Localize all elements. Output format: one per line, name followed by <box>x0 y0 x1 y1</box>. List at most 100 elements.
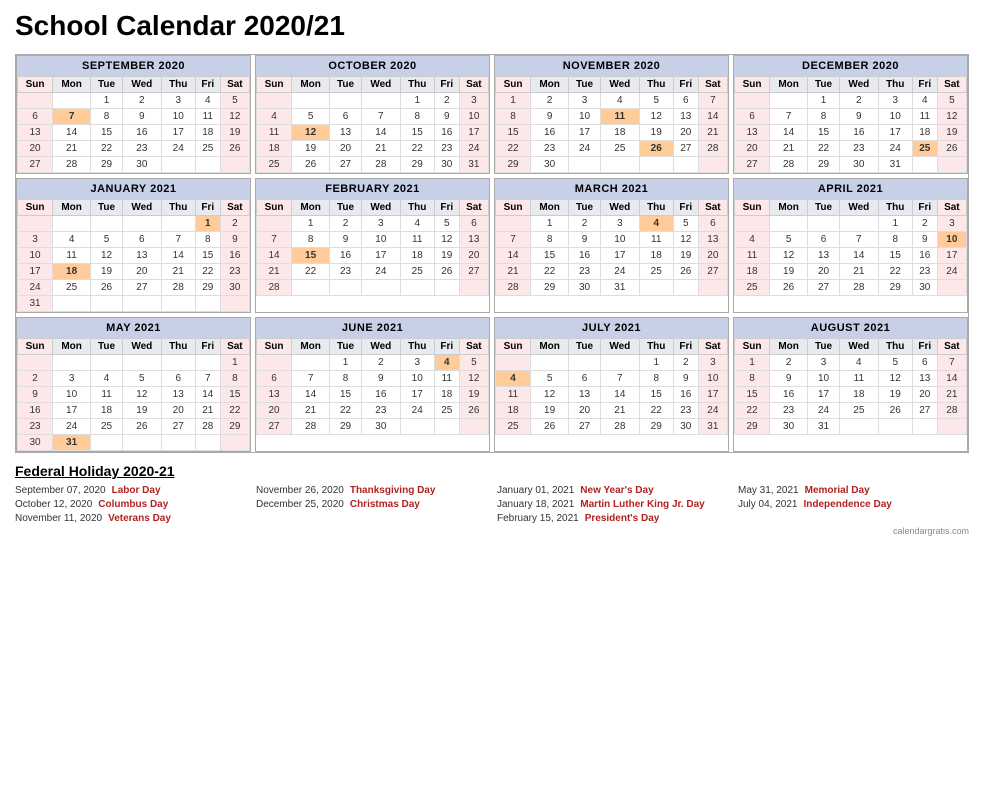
holiday-entry: October 12, 2020Columbus Day <box>15 499 246 510</box>
day-header-Wed: Wed <box>839 77 878 93</box>
day-cell: 2 <box>531 93 569 109</box>
day-cell: 14 <box>292 387 330 403</box>
day-cell: 14 <box>496 248 531 264</box>
month-block-0: SEPTEMBER 2020SunMonTueWedThuFriSat12345… <box>16 55 251 174</box>
day-cell <box>839 216 878 232</box>
day-cell: 6 <box>569 371 601 387</box>
day-cell: 17 <box>361 248 400 264</box>
day-cell: 22 <box>531 264 569 280</box>
day-cell: 6 <box>161 371 195 387</box>
day-header-Wed: Wed <box>122 77 161 93</box>
day-cell: 1 <box>496 93 531 109</box>
day-cell: 8 <box>531 232 569 248</box>
day-cell: 28 <box>53 157 91 173</box>
day-cell: 1 <box>531 216 569 232</box>
day-cell <box>496 216 531 232</box>
day-cell: 15 <box>496 125 531 141</box>
day-cell: 10 <box>459 109 488 125</box>
day-cell: 6 <box>912 355 937 371</box>
day-cell: 2 <box>18 371 53 387</box>
day-header-Mon: Mon <box>770 339 808 355</box>
day-cell: 5 <box>434 216 459 232</box>
day-cell: 23 <box>531 141 569 157</box>
day-cell: 1 <box>330 355 362 371</box>
day-header-Thu: Thu <box>400 200 434 216</box>
day-cell: 24 <box>569 141 601 157</box>
day-cell: 19 <box>639 125 673 141</box>
month-header-4: JANUARY 2021 <box>17 179 250 199</box>
day-cell: 18 <box>91 403 123 419</box>
day-cell <box>600 157 639 173</box>
day-cell: 16 <box>122 125 161 141</box>
day-cell: 11 <box>839 371 878 387</box>
day-cell: 12 <box>878 371 912 387</box>
day-cell <box>161 435 195 451</box>
day-cell <box>937 280 966 296</box>
day-cell: 25 <box>912 141 937 157</box>
day-header-Mon: Mon <box>53 77 91 93</box>
day-cell: 7 <box>600 371 639 387</box>
day-cell: 29 <box>400 157 434 173</box>
day-cell: 21 <box>257 264 292 280</box>
day-cell: 15 <box>195 248 220 264</box>
day-cell: 12 <box>91 248 123 264</box>
holiday-name: President's Day <box>585 513 660 524</box>
day-cell: 23 <box>569 264 601 280</box>
day-cell <box>195 435 220 451</box>
day-cell: 5 <box>531 371 569 387</box>
day-cell: 11 <box>496 387 531 403</box>
day-cell: 28 <box>257 280 292 296</box>
day-cell: 11 <box>257 125 292 141</box>
day-header-Fri: Fri <box>434 200 459 216</box>
day-header-Sun: Sun <box>496 339 531 355</box>
day-cell: 5 <box>122 371 161 387</box>
day-cell: 11 <box>195 109 220 125</box>
day-cell: 2 <box>122 93 161 109</box>
holiday-name: Thanksgiving Day <box>350 485 436 496</box>
day-cell <box>878 419 912 435</box>
day-cell: 11 <box>53 248 91 264</box>
day-cell: 8 <box>195 232 220 248</box>
day-cell: 14 <box>53 125 91 141</box>
day-cell: 17 <box>53 403 91 419</box>
day-cell <box>937 157 966 173</box>
day-cell: 7 <box>361 109 400 125</box>
day-cell <box>808 216 840 232</box>
month-block-3: DECEMBER 2020SunMonTueWedThuFriSat123456… <box>733 55 968 174</box>
day-cell: 25 <box>434 403 459 419</box>
day-cell: 27 <box>673 141 698 157</box>
day-cell <box>53 296 91 312</box>
day-cell: 20 <box>161 403 195 419</box>
month-block-9: JUNE 2021SunMonTueWedThuFriSat1234567891… <box>255 317 490 452</box>
day-header-Thu: Thu <box>161 200 195 216</box>
day-cell: 5 <box>770 232 808 248</box>
day-cell: 13 <box>808 248 840 264</box>
day-cell <box>292 280 330 296</box>
day-cell: 27 <box>161 419 195 435</box>
day-cell: 12 <box>770 248 808 264</box>
day-cell: 3 <box>361 216 400 232</box>
day-cell: 18 <box>735 264 770 280</box>
day-cell: 20 <box>257 403 292 419</box>
day-cell: 19 <box>937 125 966 141</box>
day-cell: 30 <box>434 157 459 173</box>
holiday-name: New Year's Day <box>580 485 653 496</box>
day-cell: 15 <box>531 248 569 264</box>
month-header-11: AUGUST 2021 <box>734 318 967 338</box>
day-header-Wed: Wed <box>122 339 161 355</box>
day-cell: 13 <box>161 387 195 403</box>
day-cell: 29 <box>531 280 569 296</box>
holiday-entry: May 31, 2021Memorial Day <box>738 485 969 496</box>
day-cell: 26 <box>292 157 330 173</box>
holiday-column-1: November 26, 2020Thanksgiving DayDecembe… <box>256 485 487 524</box>
day-cell: 21 <box>292 403 330 419</box>
day-cell: 2 <box>770 355 808 371</box>
day-cell: 6 <box>257 371 292 387</box>
day-cell: 16 <box>330 248 362 264</box>
day-cell: 31 <box>878 157 912 173</box>
day-cell: 17 <box>808 387 840 403</box>
day-cell: 13 <box>698 232 727 248</box>
day-cell: 3 <box>808 355 840 371</box>
day-cell: 16 <box>673 387 698 403</box>
day-header-Sun: Sun <box>257 339 292 355</box>
